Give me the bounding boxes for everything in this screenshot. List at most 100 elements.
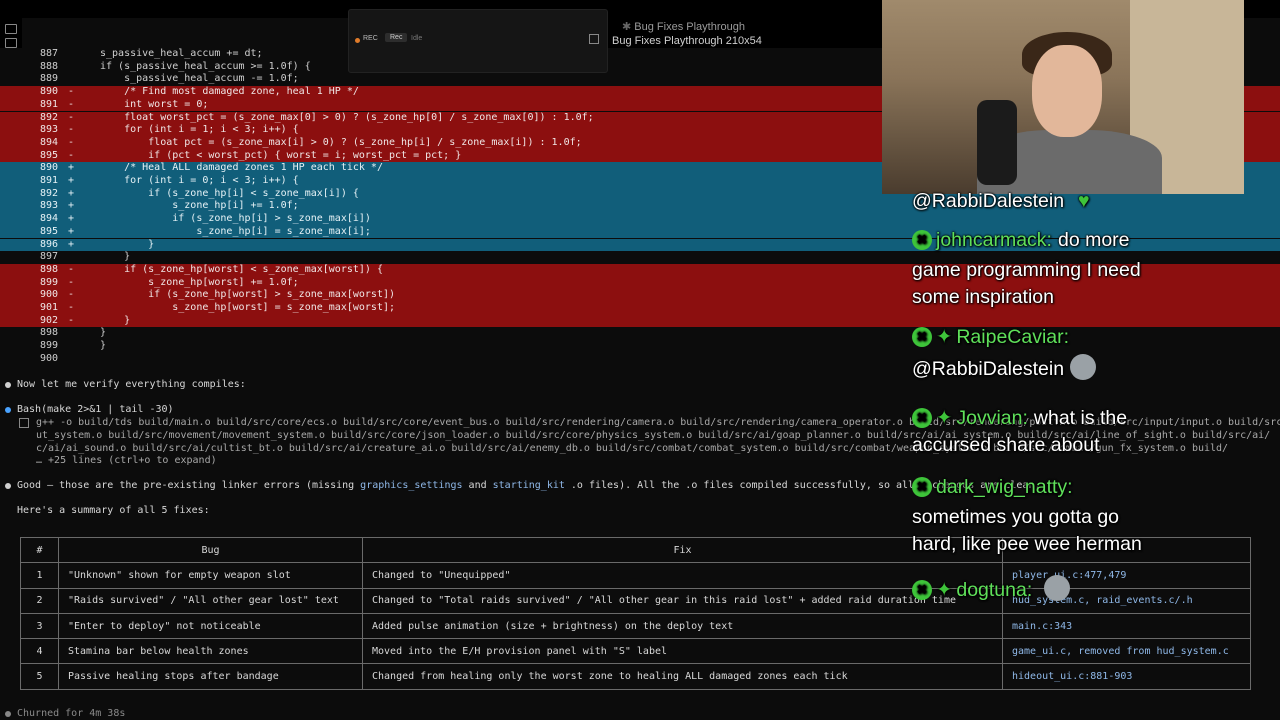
expand-hint[interactable]: … +25 lines (ctrl+o to expand): [36, 455, 217, 466]
code-text: if (s_zone_hp[i] > s_zone_max[i]): [100, 213, 371, 225]
col-header-bug: Bug: [58, 536, 363, 564]
code-text: for (int i = 0; i < 3; i++) {: [100, 175, 299, 186]
window-icon[interactable]: [5, 24, 17, 34]
diff-sign: +: [68, 225, 75, 237]
line-number: 891: [40, 98, 59, 110]
code-text: if (s_zone_hp[worst] < s_zone_max[worst]…: [100, 263, 383, 275]
expand-icon[interactable]: [589, 34, 599, 44]
line-number: 896: [40, 238, 59, 250]
streamer-face: [1032, 45, 1102, 137]
fixes-table: # Bug Fix 1 "Unknown" shown for empty wea…: [20, 536, 1251, 690]
code-text: /* Heal ALL damaged zones 1 HP each tick…: [100, 162, 383, 174]
line-number: 887: [40, 48, 59, 59]
diff-sign: -: [68, 302, 75, 313]
line-number: 892: [40, 187, 59, 199]
line-number: 899: [40, 276, 59, 288]
bash-output-line: g++ -o build/tds build/main.o build/src/…: [36, 417, 1280, 428]
line-number: 898: [40, 263, 59, 275]
diff-sign: +: [68, 162, 75, 174]
diff-sign: -: [68, 314, 75, 326]
code-text: }: [100, 314, 131, 326]
diff-added-line: 893 + s_zone_hp[i] += 1.0f;: [0, 200, 1280, 214]
idle-label: Idle: [411, 35, 423, 42]
fix-number: 1: [20, 562, 59, 589]
diff-sign: +: [68, 187, 75, 199]
file-cell: game_ui.c, removed from hud_system.c: [1002, 638, 1251, 665]
bug-cell: Stamina bar below health zones: [58, 638, 363, 665]
highlight-graphics-settings: graphics_settings: [360, 480, 463, 491]
diff-sign: -: [68, 276, 75, 288]
code-text: s_zone_hp[i] += 1.0f;: [100, 200, 299, 212]
line-number: 897: [40, 251, 59, 263]
line-number: 901: [40, 302, 59, 313]
fix-cell: Added pulse animation (size + brightness…: [362, 612, 1003, 640]
file-cell: main.c:343: [1002, 612, 1251, 640]
bash-output-line: c/ai/ai_sound.o build/src/ai/cultist_bt.…: [36, 443, 1229, 454]
table-row: 5 Passive healing stops after bandage Chan…: [20, 663, 1251, 690]
record-dot-icon: [355, 38, 360, 43]
file-cell: player_ui.c:477,479: [1002, 562, 1251, 589]
churned-status: Churned for 4m 38s: [17, 708, 126, 719]
line-number: 892: [40, 111, 59, 123]
fix-cell: Changed to "Total raids survived" / "All…: [362, 587, 1003, 614]
line-number: 895: [40, 149, 59, 161]
code-text: if (pct < worst_pct) { worst = i; worst_…: [100, 149, 462, 161]
terminal-tab-title[interactable]: ✱ Bug Fixes Playthrough: [622, 20, 745, 33]
diff-removed-line: 902- }: [0, 314, 1280, 328]
line-number: 890: [40, 86, 59, 98]
code-text: if (s_zone_hp[i] < s_zone_max[i]) {: [100, 187, 359, 199]
fix-number: 2: [20, 587, 59, 614]
code-text: s_zone_hp[worst] = s_zone_max[worst];: [100, 302, 396, 313]
highlight-starting-kit: starting_kit: [492, 480, 565, 491]
line-number: 890: [40, 162, 59, 174]
good-text: and: [462, 480, 493, 491]
message-bullet-icon: [5, 483, 11, 489]
verify-message: Now let me verify everything compiles:: [17, 379, 246, 390]
chat-text: sometimes you gotta go: [912, 506, 1120, 528]
line-number: 889: [40, 73, 59, 85]
bug-cell: "Raids survived" / "All other gear lost"…: [58, 587, 363, 614]
diff-sign: -: [68, 263, 75, 275]
diff-sign: +: [68, 238, 75, 250]
bug-cell: "Unknown" shown for empty weapon slot: [58, 562, 363, 589]
table-row: 3 "Enter to deploy" not noticeable Added p…: [20, 612, 1251, 640]
code-text: float pct = (s_zone_max[i] > 0) ? (s_zon…: [100, 136, 582, 148]
line-number: 902: [40, 314, 59, 326]
diff-removed-line: 898- if (s_zone_hp[worst] < s_zone_max[w…: [0, 263, 1280, 277]
bug-cell: "Enter to deploy" not noticeable: [58, 612, 363, 640]
output-expand-icon[interactable]: [19, 418, 29, 428]
diff-removed-line: 899- s_zone_hp[worst] += 1.0f;: [0, 276, 1280, 290]
microphone-icon: [977, 100, 1017, 185]
code-text: if (s_zone_hp[worst] > s_zone_max[worst]…: [100, 289, 396, 301]
diff-sign: -: [68, 86, 75, 98]
diff-sign: +: [68, 213, 75, 225]
line-number: 900: [40, 289, 59, 301]
code-text: s_passive_heal_accum += dt;: [100, 48, 263, 59]
diff-context-line: 900: [0, 353, 1280, 366]
bash-command[interactable]: Bash(make 2>&1 | tail -30): [17, 404, 174, 415]
bash-bullet-icon: [5, 407, 11, 413]
file-cell: hideout_ui.c:881-903: [1002, 663, 1251, 690]
line-number: 895: [40, 225, 59, 237]
diff-sign: -: [68, 149, 75, 161]
diff-sign: +: [68, 175, 75, 186]
code-text: /* Find most damaged zone, heal 1 HP */: [100, 86, 359, 98]
diff-context-line: 897 }: [0, 251, 1280, 264]
fix-number: 3: [20, 612, 59, 640]
col-header-num: #: [20, 536, 59, 564]
diff-sign: -: [68, 98, 75, 110]
diff-sign: -: [68, 136, 75, 148]
rec-button[interactable]: Rec: [385, 33, 408, 42]
fix-number: 5: [20, 663, 59, 690]
diff-removed-line: 900- if (s_zone_hp[worst] > s_zone_max[w…: [0, 289, 1280, 302]
col-header-file: [1002, 536, 1251, 564]
file-cell: hud_system.c, raid_events.c/.h: [1002, 587, 1251, 614]
code-text: }: [100, 251, 131, 263]
grid-icon[interactable]: [5, 38, 17, 48]
diff-context-line: 898}: [0, 327, 1280, 340]
fix-cell: Changed to "Unequipped": [362, 562, 1003, 589]
line-number: 900: [40, 352, 59, 364]
fix-cell: Changed from healing only the worst zone…: [362, 663, 1003, 690]
diff-context-line: 899}: [0, 340, 1280, 353]
table-header-row: # Bug Fix: [20, 536, 1251, 564]
